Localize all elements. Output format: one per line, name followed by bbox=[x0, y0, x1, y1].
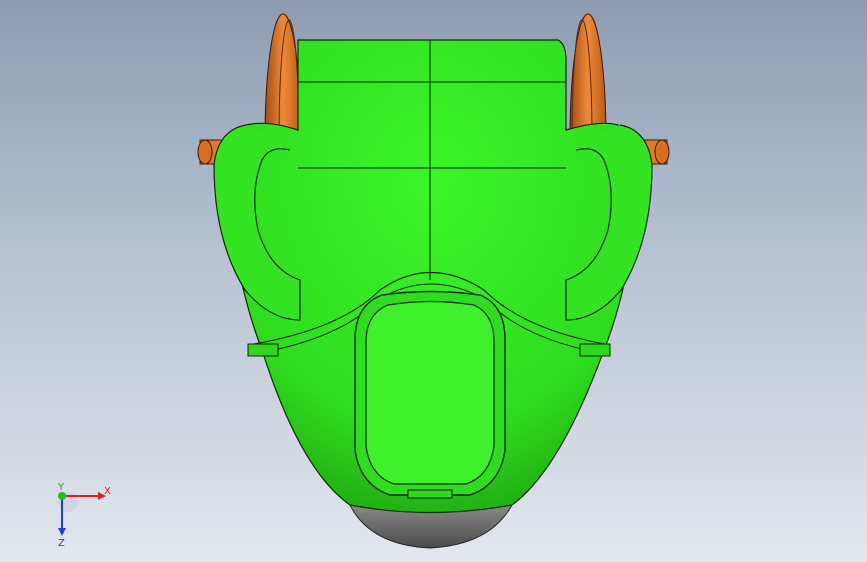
right-axle-cap bbox=[654, 139, 670, 165]
right-clip bbox=[579, 343, 611, 357]
y-axis-dot bbox=[58, 492, 66, 500]
z-axis-label: Z bbox=[58, 538, 65, 549]
left-clip bbox=[247, 343, 279, 357]
left-axle-cap bbox=[197, 139, 213, 165]
y-axis-label: Y bbox=[57, 482, 65, 493]
x-axis-label: X bbox=[104, 486, 111, 497]
front-hatch-inner bbox=[365, 300, 495, 485]
3d-model-view[interactable] bbox=[0, 0, 867, 562]
hatch-latch bbox=[407, 489, 453, 499]
graphics-viewport[interactable]: X Y Z bbox=[0, 0, 867, 562]
coordinate-triad: X Y Z bbox=[57, 482, 111, 549]
